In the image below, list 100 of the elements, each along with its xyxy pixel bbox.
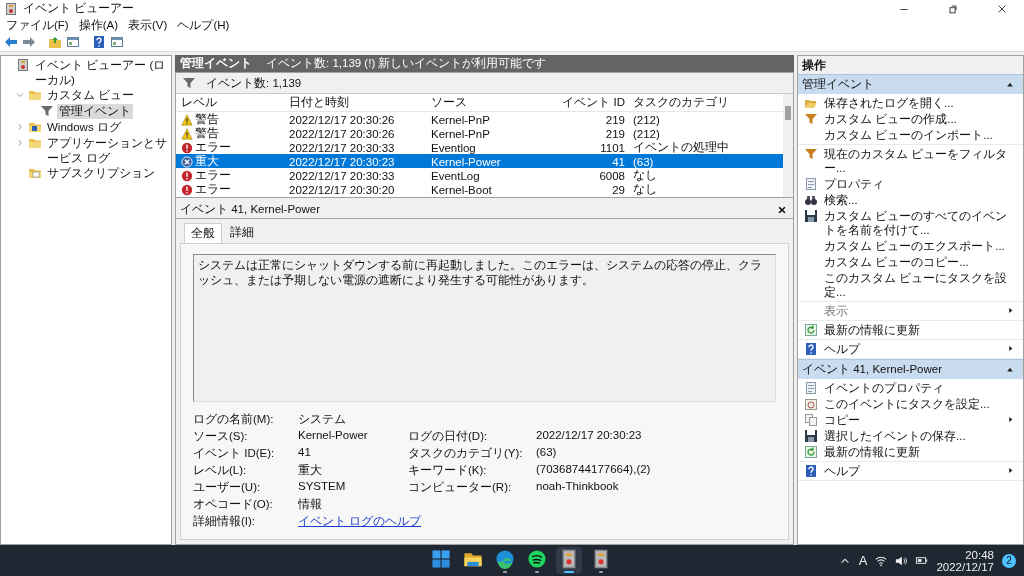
table-cell-text: 2022/12/17 20:30:33 xyxy=(288,169,396,182)
column-header[interactable]: イベント ID xyxy=(547,95,631,110)
tab[interactable]: 詳細 xyxy=(224,223,260,243)
pane-toggle-icon[interactable] xyxy=(110,35,124,49)
description-text: システムは正常にシャットダウンする前に再起動しました。このエラーは、システムの応答の停止、クラッシュ、または予期しない電源の遮断により発生する可能性があります。 xyxy=(198,259,762,286)
menu-item[interactable]: 表示(V) xyxy=(128,17,168,33)
notification-badge[interactable]: 2 xyxy=(1002,553,1016,568)
action-item[interactable]: このイベントにタスクを設定... xyxy=(824,397,1015,411)
field-value: 41 xyxy=(298,446,312,460)
table-cell-text: 2022/12/17 20:30:20 xyxy=(288,183,396,196)
action-item[interactable]: カスタム ビューのエクスポート... xyxy=(824,239,1015,253)
menu-item[interactable]: ファイル(F) xyxy=(6,17,69,33)
clock-time[interactable]: 20:48 xyxy=(965,548,994,561)
folder-up-icon[interactable] xyxy=(48,35,62,49)
action-item[interactable]: このカスタム ビューにタスクを設定... xyxy=(824,271,1015,299)
event-row[interactable]: エラー 2022/12/17 20:30:33 Eventlog 1101 イベントの処理中 xyxy=(176,140,783,154)
menu-item[interactable]: ヘルプ(H) xyxy=(177,17,230,33)
action-item[interactable]: カスタム ビューの作成... xyxy=(824,112,1015,126)
close-icon[interactable] xyxy=(777,204,787,215)
table-cell: 警告 xyxy=(195,126,219,141)
table-cell: エラー xyxy=(195,182,231,197)
event-viewer-icon xyxy=(4,1,18,16)
tree-item[interactable]: アプリケーションとサービス ログ xyxy=(45,136,171,166)
field-value: 情報 xyxy=(298,497,323,512)
action-item[interactable]: 選択したイベントの保存... xyxy=(824,429,1015,443)
table-cell-text: Kernel-PnP xyxy=(430,127,491,140)
tab[interactable]: 全般 xyxy=(184,223,222,243)
clock-date[interactable]: 2022/12/17 xyxy=(936,560,994,573)
action-item[interactable]: 最新の情報に更新 xyxy=(824,323,1015,337)
restore-icon[interactable] xyxy=(947,2,959,15)
tree-item[interactable]: 管理イベント xyxy=(57,104,133,119)
field-label: 詳細情報(I): xyxy=(193,514,257,529)
speaker-icon[interactable] xyxy=(895,554,908,567)
field-value: システム xyxy=(298,412,347,427)
action-item[interactable]: カスタム ビューのすべてのイベントを名前を付けて... xyxy=(824,209,1015,237)
event-row[interactable]: 警告 2022/12/17 20:30:26 Kernel-PnP 219 (212) xyxy=(176,126,783,140)
action-item[interactable]: 最新の情報に更新 xyxy=(824,445,1015,459)
action-item[interactable]: イベントのプロパティ xyxy=(824,381,1015,395)
battery-icon[interactable] xyxy=(915,554,929,567)
column-header[interactable]: ソース xyxy=(429,95,547,110)
critical-icon xyxy=(181,155,193,168)
table-cell-text: 2022/12/17 20:30:33 xyxy=(288,141,396,154)
table-cell-text: 29 xyxy=(611,183,626,196)
column-header[interactable]: タスクのカテゴリ xyxy=(631,95,783,110)
field-label: キーワード(K): xyxy=(408,463,488,478)
action-item[interactable]: コピー xyxy=(824,413,1000,427)
menu-item[interactable]: 操作(A) xyxy=(78,17,119,33)
action-item[interactable]: プロパティ xyxy=(824,177,1015,191)
pane-toggle-icon[interactable] xyxy=(66,35,80,49)
field-label: ユーザー(U): xyxy=(193,480,262,495)
event-row[interactable]: エラー 2022/12/17 20:30:20 Kernel-Boot 29 なし xyxy=(176,182,783,196)
filter-icon xyxy=(40,104,54,118)
tree-item[interactable]: カスタム ビュー xyxy=(45,88,137,103)
tree-item[interactable]: サブスクリプション xyxy=(45,166,157,181)
back-arrow-icon[interactable] xyxy=(4,35,18,49)
table-cell-text: (212) xyxy=(632,127,661,140)
tree-item[interactable]: イベント ビューアー (ローカル) xyxy=(33,58,171,88)
action-item[interactable]: カスタム ビューのコピー... xyxy=(824,255,1015,269)
action-item[interactable]: カスタム ビューのインポート... xyxy=(824,128,1015,142)
table-cell-text: Kernel-Boot xyxy=(430,183,493,196)
action-item[interactable]: 現在のカスタム ビューをフィルター... xyxy=(824,147,1015,175)
tree-item[interactable]: Windows ログ xyxy=(45,120,123,135)
event-row[interactable]: 警告 2022/12/17 20:30:26 Kernel-PnP 219 (212) xyxy=(176,112,783,126)
table-cell-text: 219 xyxy=(604,113,626,126)
scrollbar[interactable] xyxy=(783,94,793,197)
field-value: 2022/12/17 20:30:23 xyxy=(536,429,643,443)
action-item[interactable]: ヘルプ xyxy=(824,464,1000,478)
field-value: (70368744177664),(2) xyxy=(536,463,652,477)
copy-icon xyxy=(804,413,818,427)
column-header[interactable]: レベル xyxy=(179,95,287,110)
field-label: タスクのカテゴリ(Y): xyxy=(408,446,524,461)
wifi-icon[interactable] xyxy=(875,554,888,567)
action-item[interactable]: 検索... xyxy=(824,193,1015,207)
field-value: (63) xyxy=(536,446,558,460)
taskbar-button[interactable] xyxy=(556,547,582,574)
action-item[interactable]: ヘルプ xyxy=(824,342,1000,356)
column-header[interactable]: 日付と時刻 xyxy=(287,95,429,110)
event-row[interactable]: エラー 2022/12/17 20:30:33 EventLog 6008 なし xyxy=(176,168,783,182)
forward-arrow-icon[interactable] xyxy=(22,35,36,49)
table-cell-text: イベントの処理中 xyxy=(632,140,730,155)
properties-icon xyxy=(804,381,818,395)
table-cell-text: 2022/12/17 20:30:23 xyxy=(288,155,396,168)
field-value: Kernel-Power xyxy=(298,429,369,443)
action-item[interactable]: 保存されたログを開く... xyxy=(824,96,1015,110)
help-book-icon xyxy=(804,464,818,478)
section-header[interactable]: 管理イベント xyxy=(798,74,1023,94)
table-cell: 重大 xyxy=(195,154,219,169)
event-row[interactable]: 重大 2022/12/17 20:30:23 Kernel-Power 41 (63) xyxy=(176,154,783,168)
field-value: SYSTEM xyxy=(298,480,347,494)
field-label: オペコード(O): xyxy=(193,497,274,512)
table-cell-text: なし xyxy=(632,182,658,197)
warning-icon xyxy=(181,113,193,126)
section-header[interactable]: イベント 41, Kernel-Power xyxy=(798,359,1023,379)
help-link[interactable]: イベント ログのヘルプ xyxy=(298,514,422,529)
table-cell-text: 219 xyxy=(604,127,626,140)
help-book-icon[interactable] xyxy=(92,35,106,49)
input-indicator[interactable]: A xyxy=(858,553,868,568)
event-count: イベント数: 1,139 xyxy=(206,75,302,91)
table-cell-text: 41 xyxy=(611,155,626,168)
pane-title: 管理イベント xyxy=(180,56,252,71)
